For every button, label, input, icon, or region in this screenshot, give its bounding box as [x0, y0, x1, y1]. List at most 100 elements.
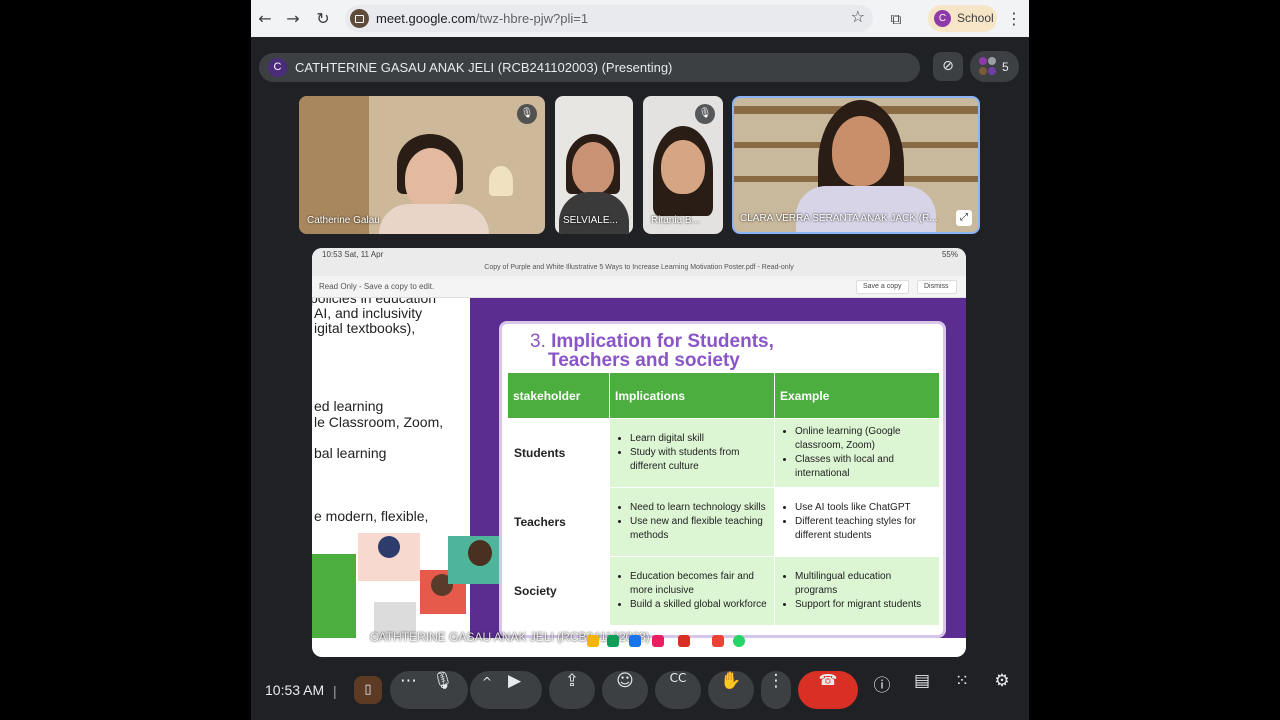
list-item: Use new and flexible teaching methods — [630, 515, 768, 543]
app-icon — [629, 635, 641, 647]
participant-face — [661, 140, 705, 194]
column-header: stakeholder — [507, 372, 610, 419]
meeting-info-icon[interactable]: ⓘ — [863, 671, 901, 709]
participant-count: 5 — [1002, 60, 1009, 74]
profile-avatar: C — [934, 10, 951, 27]
back-arrow-icon[interactable]: ← — [255, 9, 275, 29]
microphone-icon[interactable]: 🎙 — [432, 671, 454, 691]
save-copy-button[interactable]: Save a copy — [856, 280, 909, 294]
illustration-head — [468, 540, 492, 566]
doc-text-line: e modern, flexible, — [314, 508, 429, 524]
doc-text-line: AI, and inclusivity — [314, 305, 423, 321]
participant-body — [559, 192, 629, 234]
captions-icon[interactable]: CC — [655, 671, 701, 709]
divider: | — [333, 683, 337, 699]
meeting-details-icon[interactable]: ▯ — [354, 676, 382, 704]
participant-tile[interactable]: 🎙 Ritania B... — [643, 96, 723, 234]
table-row: Students Learn digital skill Study with … — [507, 418, 940, 488]
column-header: Implications — [609, 372, 775, 419]
doc-text-line: le Classroom, Zoom, — [314, 414, 444, 430]
list-item: Support for migrant students — [795, 598, 933, 612]
presenter-avatar: C — [268, 58, 287, 77]
device-status-bar: 10:53 Sat, 11 Apr 55% — [312, 248, 966, 262]
participant-mini-avatar — [988, 67, 996, 75]
browser-menu-icon[interactable]: ⋮ — [1004, 9, 1024, 29]
row-stakeholder: Students — [507, 418, 610, 488]
site-camera-icon[interactable] — [350, 9, 369, 28]
video-options-button[interactable]: ^ ▶ — [470, 671, 542, 709]
row-examples: Multilingual education programs Support … — [774, 556, 940, 626]
status-battery: 55% — [941, 250, 958, 259]
device-taskbar: CATHTERINE GASAU ANAK JELI (RCB241102003… — [312, 626, 966, 652]
participant-tile[interactable]: SELVIALE... — [555, 96, 633, 234]
lamp — [489, 166, 513, 196]
more-options-icon[interactable]: ⋮ — [761, 671, 791, 709]
participant-tile-active[interactable]: CLARA VERRA SERANTA ANAK JACK (R... ⤢ — [732, 96, 980, 234]
status-time: 10:53 Sat, 11 Apr — [322, 250, 384, 259]
implications-table: stakeholder Implications Example Student… — [507, 372, 940, 626]
participant-face — [572, 142, 614, 194]
screen-share: 10:53 Sat, 11 Apr 55% Copy of Purple and… — [312, 248, 966, 657]
bookmark-star-icon[interactable]: ☆ — [851, 7, 865, 26]
chevron-up-icon[interactable]: ^ — [482, 675, 492, 689]
activities-icon[interactable]: ⁙ — [943, 671, 981, 709]
presenter-banner: C CATHTERINE GASAU ANAK JELI (RCB2411020… — [259, 53, 920, 82]
list-item: Different teaching styles for different … — [795, 515, 933, 543]
url-text[interactable]: meet.google.com/twz-hbre-pjw?pli=1 — [376, 11, 588, 26]
camera-icon[interactable]: ▶ — [508, 671, 521, 691]
slide-card: 3. Implication for Students, Teachers an… — [499, 321, 946, 638]
profile-label: School — [957, 11, 994, 25]
table-row: Society Education becomes fair and more … — [507, 556, 940, 626]
forward-arrow-icon[interactable]: → — [283, 9, 303, 29]
participant-face — [405, 148, 457, 210]
slide-number: 3. — [530, 331, 546, 352]
tile-name: Ritania B... — [651, 215, 700, 226]
participants-button[interactable]: 5 — [970, 51, 1019, 82]
list-item: Online learning (Google classroom, Zoom) — [795, 425, 933, 453]
app-icon — [607, 635, 619, 647]
app-icon — [587, 635, 599, 647]
slide-title-line-2: Teachers and society — [548, 350, 740, 371]
doc-text-line: igital textbooks), — [314, 320, 416, 336]
doc-title: Copy of Purple and White Illustrative 5 … — [484, 264, 794, 271]
illustration-head — [378, 536, 400, 558]
raise-hand-icon[interactable]: ✋ — [708, 671, 754, 709]
extensions-puzzle-icon[interactable]: ⧉ — [886, 9, 906, 29]
readonly-text: Read Only - Save a copy to edit. — [319, 282, 435, 291]
chat-icon[interactable]: ▤ — [903, 671, 941, 709]
host-controls-icon[interactable]: ⚙ — [983, 671, 1021, 709]
doc-text-line: ed learning — [314, 398, 384, 414]
participant-mini-avatar — [979, 57, 987, 65]
expand-icon[interactable]: ⤢ — [956, 210, 972, 226]
list-item: Learn digital skill — [630, 432, 768, 446]
readonly-banner: Read Only - Save a copy to edit. Save a … — [312, 276, 966, 298]
more-audio-options-icon[interactable]: ⋯ — [400, 671, 417, 691]
tile-name: Catherine Galau — [307, 215, 380, 226]
list-item: Study with students from different cultu… — [630, 446, 768, 474]
profile-chip[interactable]: C School — [928, 5, 997, 32]
emoji-reaction-icon[interactable]: ☺ — [602, 671, 648, 709]
end-call-button[interactable]: ☎ — [798, 671, 858, 709]
row-stakeholder: Society — [507, 556, 610, 626]
row-implications: Learn digital skill Study with students … — [609, 418, 775, 488]
list-item: Education becomes fair and more inclusiv… — [630, 570, 768, 598]
audio-options-button[interactable]: ⋯ 🎙 — [390, 671, 468, 709]
participant-tile[interactable]: 🎙 Catherine Galau — [299, 96, 545, 234]
hide-self-view-icon[interactable]: ⊘ — [933, 52, 963, 81]
reload-icon[interactable]: ↻ — [313, 9, 333, 29]
list-item: Classes with local and international — [795, 453, 933, 481]
tile-name: SELVIALE... — [563, 215, 618, 226]
tile-name: CLARA VERRA SERANTA ANAK JACK (R... — [740, 213, 938, 224]
doc-text-line: bal learning — [314, 445, 387, 461]
address-bar[interactable]: meet.google.com/twz-hbre-pjw?pli=1 ☆ — [345, 5, 873, 32]
participant-body — [796, 186, 936, 232]
present-screen-icon[interactable]: ⇪ — [549, 671, 595, 709]
row-stakeholder: Teachers — [507, 487, 610, 557]
gmail-icon — [712, 635, 724, 647]
presenter-name: CATHTERINE GASAU ANAK JELI (RCB241102003… — [295, 60, 673, 75]
left-document-page: policies in education AI, and inclusivit… — [312, 298, 470, 638]
list-item: Use AI tools like ChatGPT — [795, 501, 933, 515]
app-icon — [652, 635, 664, 647]
mic-off-icon: 🎙 — [695, 104, 715, 124]
dismiss-button[interactable]: Dismiss — [917, 280, 957, 294]
